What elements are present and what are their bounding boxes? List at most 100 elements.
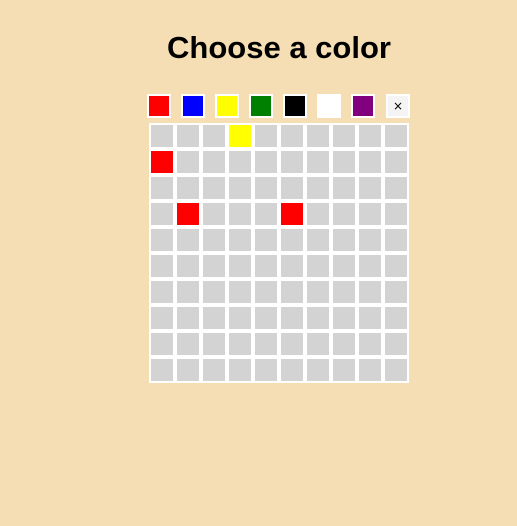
grid-cell[interactable] [383, 331, 409, 357]
grid-cell[interactable] [175, 305, 201, 331]
grid-cell[interactable] [253, 149, 279, 175]
grid-cell[interactable] [149, 175, 175, 201]
grid-cell[interactable] [305, 175, 331, 201]
swatch-yellow[interactable] [215, 94, 239, 118]
grid-cell[interactable] [227, 227, 253, 253]
swatch-green[interactable] [249, 94, 273, 118]
grid-cell[interactable] [253, 305, 279, 331]
grid-cell[interactable] [383, 305, 409, 331]
grid-cell[interactable] [331, 305, 357, 331]
grid-cell[interactable] [253, 123, 279, 149]
grid-cell[interactable] [201, 123, 227, 149]
grid-cell[interactable] [149, 357, 175, 383]
grid-cell[interactable] [331, 175, 357, 201]
grid-cell[interactable] [279, 253, 305, 279]
grid-cell[interactable] [357, 227, 383, 253]
grid-cell[interactable] [253, 331, 279, 357]
grid-cell[interactable] [175, 227, 201, 253]
grid-cell[interactable] [383, 149, 409, 175]
grid-cell[interactable] [305, 253, 331, 279]
grid-cell[interactable] [331, 123, 357, 149]
grid-cell[interactable] [331, 253, 357, 279]
grid-cell[interactable] [331, 279, 357, 305]
grid-cell[interactable] [227, 149, 253, 175]
grid-cell[interactable] [201, 305, 227, 331]
grid-cell[interactable] [357, 123, 383, 149]
grid-cell[interactable] [279, 149, 305, 175]
grid-cell[interactable] [279, 331, 305, 357]
grid-cell[interactable] [149, 201, 175, 227]
grid-cell[interactable] [175, 279, 201, 305]
grid-cell[interactable] [149, 279, 175, 305]
grid-cell[interactable] [201, 201, 227, 227]
grid-cell[interactable] [279, 175, 305, 201]
grid-cell[interactable] [305, 227, 331, 253]
grid-cell[interactable] [253, 175, 279, 201]
grid-cell[interactable] [383, 357, 409, 383]
swatch-blue[interactable] [181, 94, 205, 118]
grid-cell[interactable] [227, 279, 253, 305]
grid-cell[interactable] [383, 201, 409, 227]
grid-cell[interactable] [175, 149, 201, 175]
swatch-purple[interactable] [351, 94, 375, 118]
grid-cell[interactable] [305, 331, 331, 357]
grid-cell[interactable] [357, 175, 383, 201]
grid-cell[interactable] [279, 305, 305, 331]
grid-cell[interactable] [357, 149, 383, 175]
grid-cell[interactable] [175, 253, 201, 279]
grid-cell[interactable] [279, 201, 305, 227]
swatch-white[interactable] [317, 94, 341, 118]
grid-cell[interactable] [357, 331, 383, 357]
grid-cell[interactable] [227, 253, 253, 279]
grid-cell[interactable] [149, 305, 175, 331]
grid-cell[interactable] [227, 201, 253, 227]
grid-cell[interactable] [227, 123, 253, 149]
clear-button[interactable]: × [386, 94, 410, 118]
grid-cell[interactable] [175, 331, 201, 357]
grid-cell[interactable] [357, 279, 383, 305]
grid-cell[interactable] [253, 253, 279, 279]
grid-cell[interactable] [175, 123, 201, 149]
grid-cell[interactable] [201, 175, 227, 201]
grid-cell[interactable] [253, 357, 279, 383]
grid-cell[interactable] [305, 279, 331, 305]
grid-cell[interactable] [201, 357, 227, 383]
grid-cell[interactable] [305, 305, 331, 331]
grid-cell[interactable] [201, 279, 227, 305]
grid-cell[interactable] [201, 149, 227, 175]
grid-cell[interactable] [227, 175, 253, 201]
grid-cell[interactable] [279, 357, 305, 383]
grid-cell[interactable] [331, 201, 357, 227]
grid-cell[interactable] [331, 357, 357, 383]
grid-cell[interactable] [383, 227, 409, 253]
grid-cell[interactable] [331, 227, 357, 253]
grid-cell[interactable] [149, 331, 175, 357]
grid-cell[interactable] [279, 123, 305, 149]
grid-cell[interactable] [331, 149, 357, 175]
grid-cell[interactable] [149, 123, 175, 149]
grid-cell[interactable] [383, 175, 409, 201]
grid-cell[interactable] [149, 149, 175, 175]
grid-cell[interactable] [175, 201, 201, 227]
grid-cell[interactable] [357, 305, 383, 331]
grid-cell[interactable] [279, 279, 305, 305]
swatch-black[interactable] [283, 94, 307, 118]
grid-cell[interactable] [279, 227, 305, 253]
grid-cell[interactable] [253, 227, 279, 253]
grid-cell[interactable] [305, 123, 331, 149]
grid-cell[interactable] [253, 279, 279, 305]
grid-cell[interactable] [227, 331, 253, 357]
grid-cell[interactable] [357, 357, 383, 383]
grid-cell[interactable] [357, 253, 383, 279]
grid-cell[interactable] [227, 357, 253, 383]
grid-cell[interactable] [331, 331, 357, 357]
grid-cell[interactable] [383, 253, 409, 279]
grid-cell[interactable] [305, 201, 331, 227]
grid-cell[interactable] [253, 201, 279, 227]
grid-cell[interactable] [149, 227, 175, 253]
grid-cell[interactable] [305, 357, 331, 383]
grid-cell[interactable] [175, 357, 201, 383]
grid-cell[interactable] [149, 253, 175, 279]
grid-cell[interactable] [305, 149, 331, 175]
grid-cell[interactable] [383, 279, 409, 305]
